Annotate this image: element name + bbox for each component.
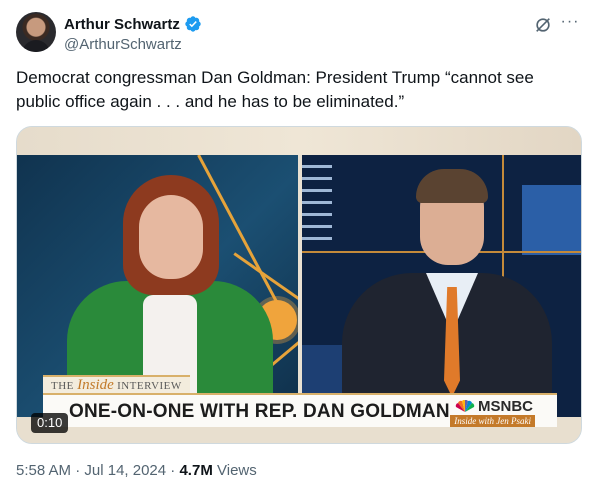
video-timer: 0:10	[31, 413, 69, 433]
tweet-time[interactable]: 5:58 AM	[16, 462, 71, 479]
peacock-icon	[455, 400, 475, 412]
more-icon[interactable]: ···	[560, 14, 580, 34]
video-top-strip	[17, 127, 581, 155]
author-handle[interactable]: @ArthurSchwartz	[64, 36, 182, 53]
views-label: Views	[217, 462, 257, 479]
lower-third-banner: ONE-ON-ONE WITH REP. DAN GOLDMAN MSNBC I…	[43, 393, 557, 427]
lower-third-title: ONE-ON-ONE WITH REP. DAN GOLDMAN	[69, 401, 450, 422]
video-player[interactable]: THE Inside INTERVIEW ONE-ON-ONE WITH REP…	[16, 126, 582, 444]
meta-separator: ·	[170, 462, 176, 479]
avatar[interactable]	[16, 12, 56, 52]
tweet-text: Democrat congressman Dan Goldman: Presid…	[16, 68, 534, 111]
lower-third-label: THE Inside INTERVIEW	[43, 375, 190, 393]
video-right-panel	[302, 155, 581, 417]
tweet-header: Arthur Schwartz @ArthurSchwartz ···	[16, 12, 582, 56]
meta-separator: ·	[75, 462, 81, 479]
verified-badge-icon	[185, 16, 201, 32]
grok-icon[interactable]	[534, 16, 552, 34]
author-name-row: Arthur Schwartz	[64, 14, 202, 34]
network-name: MSNBC	[478, 398, 533, 415]
tweet-date[interactable]: Jul 14, 2024	[84, 462, 166, 479]
tweet-meta: 5:58 AM · Jul 14, 2024 · 4.7M Views	[16, 462, 257, 479]
network-logo: MSNBC	[455, 398, 533, 415]
author-name[interactable]: Arthur Schwartz	[64, 16, 180, 33]
show-tag: Inside with Jen Psaki	[450, 415, 535, 427]
views-count[interactable]: 4.7M	[179, 462, 212, 479]
